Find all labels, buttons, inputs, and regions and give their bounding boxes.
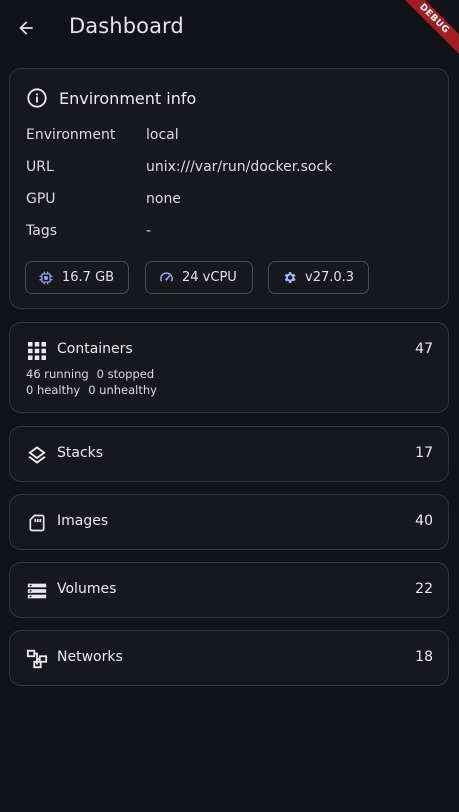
environment-value: local (146, 127, 179, 143)
cpu-chip: 24 vCPU (145, 261, 253, 294)
gear-icon (281, 270, 297, 286)
environment-info-title: Environment info (59, 88, 197, 108)
containers-label: Containers (57, 341, 133, 357)
layers-icon (26, 444, 48, 466)
networks-label: Networks (57, 649, 123, 665)
memory-chip-label: 16.7 GB (62, 270, 115, 285)
containers-unhealthy: 0 unhealthy (88, 383, 157, 397)
containers-health-status: 0 healthy 0 unhealthy (26, 383, 157, 397)
environment-info-header: Environment info (26, 87, 196, 109)
version-chip-label: v27.0.3 (305, 270, 355, 285)
volumes-card[interactable]: Volumes 22 (9, 562, 449, 618)
environment-info-card: Environment info Environment local URL u… (9, 68, 449, 309)
tags-value: - (146, 223, 152, 239)
containers-healthy: 0 healthy (26, 383, 81, 397)
url-value: unix:///var/run/docker.sock (146, 159, 333, 175)
gpu-key: GPU (26, 191, 56, 207)
volumes-label: Volumes (57, 581, 117, 597)
page-title: Dashboard (69, 14, 184, 38)
volumes-count: 22 (415, 581, 433, 597)
memory-chip-icon (38, 270, 54, 286)
tags-key: Tags (26, 223, 57, 239)
images-card[interactable]: Images 40 (9, 494, 449, 550)
stacks-card[interactable]: Stacks 17 (9, 426, 449, 482)
containers-count: 47 (415, 341, 433, 357)
back-arrow-icon[interactable] (12, 14, 40, 42)
info-icon (26, 87, 48, 109)
networks-card[interactable]: Networks 18 (9, 630, 449, 686)
containers-run-status: 46 running 0 stopped (26, 367, 154, 381)
storage-icon (26, 580, 48, 602)
containers-running: 46 running (26, 367, 89, 381)
containers-stopped: 0 stopped (96, 367, 155, 381)
memory-chip: 16.7 GB (25, 261, 129, 294)
speedometer-icon (158, 270, 174, 286)
debug-banner-label: DEBUG (399, 0, 459, 56)
apps-grid-icon (26, 340, 48, 362)
sd-card-icon (26, 512, 48, 534)
images-count: 40 (415, 513, 433, 529)
network-icon (26, 648, 48, 670)
stacks-label: Stacks (57, 445, 104, 461)
environment-key: Environment (26, 127, 116, 143)
cpu-chip-label: 24 vCPU (182, 270, 237, 285)
app-bar: Dashboard (0, 0, 459, 56)
gpu-value: none (146, 191, 181, 207)
url-key: URL (26, 159, 54, 175)
containers-card[interactable]: Containers 47 46 running 0 stopped 0 heal… (9, 322, 449, 413)
networks-count: 18 (415, 649, 433, 665)
debug-banner: DEBUG (399, 0, 459, 60)
version-chip: v27.0.3 (268, 261, 369, 294)
stacks-count: 17 (415, 445, 433, 461)
images-label: Images (57, 513, 109, 529)
